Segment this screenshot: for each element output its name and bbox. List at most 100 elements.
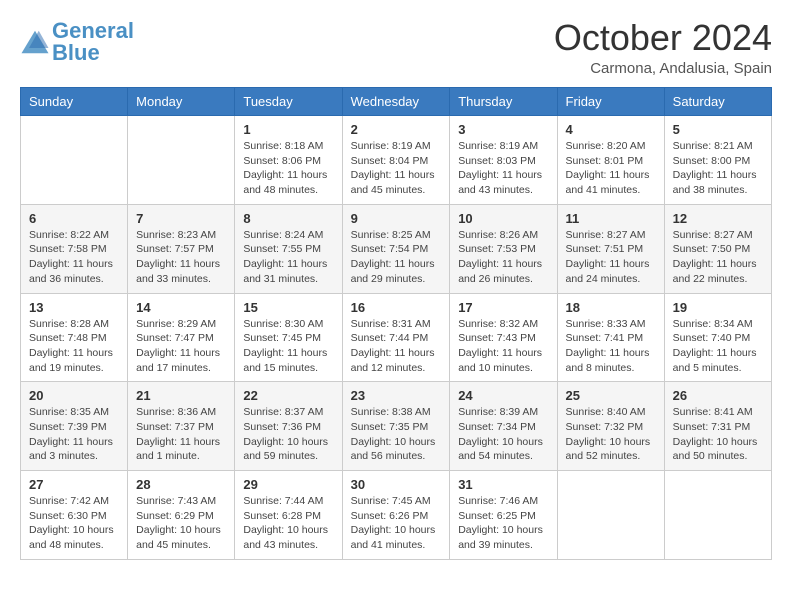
day-number: 26 [673,388,763,403]
day-number: 4 [566,122,656,137]
day-cell: 27 Sunrise: 7:42 AM Sunset: 6:30 PM Dayli… [21,471,128,560]
day-number: 20 [29,388,119,403]
day-number: 2 [351,122,442,137]
day-cell: 28Sunrise: 7:43 AM Sunset: 6:29 PM Dayli… [128,471,235,560]
day-cell: 10 Sunrise: 8:26 AM Sunset: 7:53 PM Dayli… [450,204,557,293]
day-number: 6 [29,211,119,226]
day-info: Sunrise: 7:43 AM Sunset: 6:29 PM Dayligh… [136,494,226,553]
day-cell [664,471,771,560]
column-header-monday: Monday [128,88,235,116]
logo: General Blue [20,20,134,64]
day-info: Sunrise: 7:42 AM Sunset: 6:30 PM Dayligh… [29,494,119,553]
day-number: 27 [29,477,119,492]
day-cell: 21 Sunrise: 8:36 AM Sunset: 7:37 PM Dayli… [128,382,235,471]
day-info: Sunrise: 8:29 AM Sunset: 7:47 PM Dayligh… [136,317,226,376]
day-number: 13 [29,300,119,315]
day-cell: 4 Sunrise: 8:20 AM Sunset: 8:01 PM Daylig… [557,116,664,205]
day-number: 12 [673,211,763,226]
day-info: Sunrise: 8:20 AM Sunset: 8:01 PM Dayligh… [566,139,656,198]
day-number: 1 [243,122,333,137]
day-info: Sunrise: 8:21 AM Sunset: 8:00 PM Dayligh… [673,139,763,198]
day-info: Sunrise: 8:37 AM Sunset: 7:36 PM Dayligh… [243,405,333,464]
day-cell: 8 Sunrise: 8:24 AM Sunset: 7:55 PM Daylig… [235,204,342,293]
day-number: 18 [566,300,656,315]
week-row-2: 6 Sunrise: 8:22 AM Sunset: 7:58 PM Daylig… [21,204,772,293]
logo-icon [20,27,50,57]
column-header-wednesday: Wednesday [342,88,450,116]
day-info: Sunrise: 8:28 AM Sunset: 7:48 PM Dayligh… [29,317,119,376]
day-cell: 19 Sunrise: 8:34 AM Sunset: 7:40 PM Dayli… [664,293,771,382]
day-info: Sunrise: 8:32 AM Sunset: 7:43 PM Dayligh… [458,317,548,376]
day-cell: 1 Sunrise: 8:18 AM Sunset: 8:06 PM Daylig… [235,116,342,205]
day-cell: 29Sunrise: 7:44 AM Sunset: 6:28 PM Dayli… [235,471,342,560]
day-number: 7 [136,211,226,226]
day-cell: 30 Sunrise: 7:45 AM Sunset: 6:26 PM Dayli… [342,471,450,560]
week-row-1: 1 Sunrise: 8:18 AM Sunset: 8:06 PM Daylig… [21,116,772,205]
day-number: 10 [458,211,548,226]
day-cell: 13 Sunrise: 8:28 AM Sunset: 7:48 PM Dayli… [21,293,128,382]
column-header-thursday: Thursday [450,88,557,116]
day-number: 8 [243,211,333,226]
day-cell: 12 Sunrise: 8:27 AM Sunset: 7:50 PM Dayli… [664,204,771,293]
day-info: Sunrise: 8:26 AM Sunset: 7:53 PM Dayligh… [458,228,548,287]
day-number: 15 [243,300,333,315]
day-number: 21 [136,388,226,403]
day-number: 3 [458,122,548,137]
day-info: Sunrise: 7:45 AM Sunset: 6:26 PM Dayligh… [351,494,442,553]
day-info: Sunrise: 8:36 AM Sunset: 7:37 PM Dayligh… [136,405,226,464]
day-info: Sunrise: 8:27 AM Sunset: 7:50 PM Dayligh… [673,228,763,287]
day-cell: 6 Sunrise: 8:22 AM Sunset: 7:58 PM Daylig… [21,204,128,293]
day-info: Sunrise: 8:19 AM Sunset: 8:03 PM Dayligh… [458,139,548,198]
day-number: 24 [458,388,548,403]
week-row-3: 13 Sunrise: 8:28 AM Sunset: 7:48 PM Dayli… [21,293,772,382]
column-header-sunday: Sunday [21,88,128,116]
day-info: Sunrise: 7:44 AM Sunset: 6:28 PM Dayligh… [243,494,333,553]
day-info: Sunrise: 8:33 AM Sunset: 7:41 PM Dayligh… [566,317,656,376]
day-info: Sunrise: 8:24 AM Sunset: 7:55 PM Dayligh… [243,228,333,287]
page-header: General Blue October 2024 Carmona, Andal… [20,20,772,77]
logo-blue: Blue [52,40,100,65]
day-cell: 2 Sunrise: 8:19 AM Sunset: 8:04 PM Daylig… [342,116,450,205]
day-cell: 18 Sunrise: 8:33 AM Sunset: 7:41 PM Dayli… [557,293,664,382]
column-header-friday: Friday [557,88,664,116]
day-cell: 25 Sunrise: 8:40 AM Sunset: 7:32 PM Dayli… [557,382,664,471]
day-info: Sunrise: 8:40 AM Sunset: 7:32 PM Dayligh… [566,405,656,464]
day-number: 16 [351,300,442,315]
day-cell [557,471,664,560]
day-info: Sunrise: 8:19 AM Sunset: 8:04 PM Dayligh… [351,139,442,198]
day-cell: 11 Sunrise: 8:27 AM Sunset: 7:51 PM Dayli… [557,204,664,293]
day-info: Sunrise: 8:23 AM Sunset: 7:57 PM Dayligh… [136,228,226,287]
month-title: October 2024 [554,20,772,56]
day-info: Sunrise: 8:41 AM Sunset: 7:31 PM Dayligh… [673,405,763,464]
day-cell: 5 Sunrise: 8:21 AM Sunset: 8:00 PM Daylig… [664,116,771,205]
day-info: Sunrise: 7:46 AM Sunset: 6:25 PM Dayligh… [458,494,548,553]
day-cell: 26 Sunrise: 8:41 AM Sunset: 7:31 PM Dayli… [664,382,771,471]
day-number: 19 [673,300,763,315]
day-number: 5 [673,122,763,137]
day-number: 25 [566,388,656,403]
day-info: Sunrise: 8:34 AM Sunset: 7:40 PM Dayligh… [673,317,763,376]
day-number: 22 [243,388,333,403]
day-number: 11 [566,211,656,226]
day-cell: 14 Sunrise: 8:29 AM Sunset: 7:47 PM Dayli… [128,293,235,382]
day-info: Sunrise: 8:18 AM Sunset: 8:06 PM Dayligh… [243,139,333,198]
day-cell: 31 Sunrise: 7:46 AM Sunset: 6:25 PM Dayli… [450,471,557,560]
day-cell: 17 Sunrise: 8:32 AM Sunset: 7:43 PM Dayli… [450,293,557,382]
day-number: 9 [351,211,442,226]
day-cell: 24Sunrise: 8:39 AM Sunset: 7:34 PM Dayli… [450,382,557,471]
day-info: Sunrise: 8:25 AM Sunset: 7:54 PM Dayligh… [351,228,442,287]
day-cell: 9 Sunrise: 8:25 AM Sunset: 7:54 PM Daylig… [342,204,450,293]
day-info: Sunrise: 8:38 AM Sunset: 7:35 PM Dayligh… [351,405,442,464]
day-number: 17 [458,300,548,315]
day-cell: 23Sunrise: 8:38 AM Sunset: 7:35 PM Dayli… [342,382,450,471]
day-number: 30 [351,477,442,492]
day-cell [128,116,235,205]
day-cell [21,116,128,205]
day-number: 14 [136,300,226,315]
day-cell: 22 Sunrise: 8:37 AM Sunset: 7:36 PM Dayli… [235,382,342,471]
week-row-4: 20Sunrise: 8:35 AM Sunset: 7:39 PM Dayli… [21,382,772,471]
header-row: SundayMondayTuesdayWednesdayThursdayFrid… [21,88,772,116]
day-info: Sunrise: 8:27 AM Sunset: 7:51 PM Dayligh… [566,228,656,287]
day-number: 31 [458,477,548,492]
day-info: Sunrise: 8:22 AM Sunset: 7:58 PM Dayligh… [29,228,119,287]
